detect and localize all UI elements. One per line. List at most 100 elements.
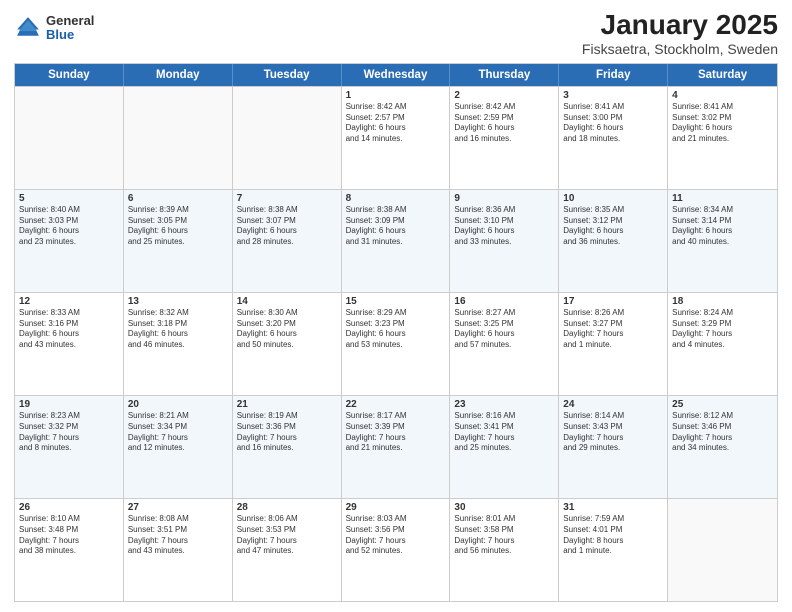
cal-day-23: 23Sunrise: 8:16 AM Sunset: 3:41 PM Dayli…: [450, 396, 559, 498]
day-info: Sunrise: 8:38 AM Sunset: 3:09 PM Dayligh…: [346, 205, 446, 248]
day-info: Sunrise: 8:06 AM Sunset: 3:53 PM Dayligh…: [237, 514, 337, 557]
cal-day-12: 12Sunrise: 8:33 AM Sunset: 3:16 PM Dayli…: [15, 293, 124, 395]
day-number: 24: [563, 399, 663, 410]
day-number: 21: [237, 399, 337, 410]
cal-empty-cell: [668, 499, 777, 601]
day-info: Sunrise: 7:59 AM Sunset: 4:01 PM Dayligh…: [563, 514, 663, 557]
cal-day-9: 9Sunrise: 8:36 AM Sunset: 3:10 PM Daylig…: [450, 190, 559, 292]
cal-day-21: 21Sunrise: 8:19 AM Sunset: 3:36 PM Dayli…: [233, 396, 342, 498]
day-number: 31: [563, 502, 663, 513]
day-info: Sunrise: 8:27 AM Sunset: 3:25 PM Dayligh…: [454, 308, 554, 351]
cal-header-saturday: Saturday: [668, 64, 777, 86]
cal-day-30: 30Sunrise: 8:01 AM Sunset: 3:58 PM Dayli…: [450, 499, 559, 601]
day-info: Sunrise: 8:36 AM Sunset: 3:10 PM Dayligh…: [454, 205, 554, 248]
day-info: Sunrise: 8:41 AM Sunset: 3:02 PM Dayligh…: [672, 102, 773, 145]
cal-week-4: 19Sunrise: 8:23 AM Sunset: 3:32 PM Dayli…: [15, 395, 777, 498]
day-info: Sunrise: 8:35 AM Sunset: 3:12 PM Dayligh…: [563, 205, 663, 248]
day-number: 29: [346, 502, 446, 513]
cal-day-31: 31Sunrise: 7:59 AM Sunset: 4:01 PM Dayli…: [559, 499, 668, 601]
day-number: 6: [128, 193, 228, 204]
cal-day-11: 11Sunrise: 8:34 AM Sunset: 3:14 PM Dayli…: [668, 190, 777, 292]
logo-blue-text: Blue: [46, 28, 94, 42]
day-info: Sunrise: 8:38 AM Sunset: 3:07 PM Dayligh…: [237, 205, 337, 248]
day-number: 19: [19, 399, 119, 410]
cal-day-19: 19Sunrise: 8:23 AM Sunset: 3:32 PM Dayli…: [15, 396, 124, 498]
page: General Blue January 2025 Fisksaetra, St…: [0, 0, 792, 612]
cal-header-wednesday: Wednesday: [342, 64, 451, 86]
cal-week-1: 1Sunrise: 8:42 AM Sunset: 2:57 PM Daylig…: [15, 86, 777, 189]
day-info: Sunrise: 8:30 AM Sunset: 3:20 PM Dayligh…: [237, 308, 337, 351]
cal-day-27: 27Sunrise: 8:08 AM Sunset: 3:51 PM Dayli…: [124, 499, 233, 601]
day-number: 5: [19, 193, 119, 204]
cal-day-20: 20Sunrise: 8:21 AM Sunset: 3:34 PM Dayli…: [124, 396, 233, 498]
day-number: 1: [346, 90, 446, 101]
cal-day-22: 22Sunrise: 8:17 AM Sunset: 3:39 PM Dayli…: [342, 396, 451, 498]
day-number: 2: [454, 90, 554, 101]
cal-day-1: 1Sunrise: 8:42 AM Sunset: 2:57 PM Daylig…: [342, 87, 451, 189]
day-number: 14: [237, 296, 337, 307]
header: General Blue January 2025 Fisksaetra, St…: [14, 10, 778, 57]
day-number: 27: [128, 502, 228, 513]
day-number: 13: [128, 296, 228, 307]
day-info: Sunrise: 8:19 AM Sunset: 3:36 PM Dayligh…: [237, 411, 337, 454]
cal-day-25: 25Sunrise: 8:12 AM Sunset: 3:46 PM Dayli…: [668, 396, 777, 498]
logo: General Blue: [14, 14, 94, 43]
day-info: Sunrise: 8:12 AM Sunset: 3:46 PM Dayligh…: [672, 411, 773, 454]
day-number: 25: [672, 399, 773, 410]
cal-day-7: 7Sunrise: 8:38 AM Sunset: 3:07 PM Daylig…: [233, 190, 342, 292]
cal-day-14: 14Sunrise: 8:30 AM Sunset: 3:20 PM Dayli…: [233, 293, 342, 395]
day-info: Sunrise: 8:14 AM Sunset: 3:43 PM Dayligh…: [563, 411, 663, 454]
day-number: 8: [346, 193, 446, 204]
day-info: Sunrise: 8:32 AM Sunset: 3:18 PM Dayligh…: [128, 308, 228, 351]
day-number: 22: [346, 399, 446, 410]
day-info: Sunrise: 8:41 AM Sunset: 3:00 PM Dayligh…: [563, 102, 663, 145]
day-number: 16: [454, 296, 554, 307]
cal-day-13: 13Sunrise: 8:32 AM Sunset: 3:18 PM Dayli…: [124, 293, 233, 395]
day-info: Sunrise: 8:21 AM Sunset: 3:34 PM Dayligh…: [128, 411, 228, 454]
cal-day-6: 6Sunrise: 8:39 AM Sunset: 3:05 PM Daylig…: [124, 190, 233, 292]
cal-empty-cell: [233, 87, 342, 189]
cal-header-sunday: Sunday: [15, 64, 124, 86]
cal-header-friday: Friday: [559, 64, 668, 86]
day-number: 12: [19, 296, 119, 307]
page-subtitle: Fisksaetra, Stockholm, Sweden: [582, 41, 778, 57]
logo-general-text: General: [46, 14, 94, 28]
cal-day-26: 26Sunrise: 8:10 AM Sunset: 3:48 PM Dayli…: [15, 499, 124, 601]
cal-day-24: 24Sunrise: 8:14 AM Sunset: 3:43 PM Dayli…: [559, 396, 668, 498]
day-info: Sunrise: 8:39 AM Sunset: 3:05 PM Dayligh…: [128, 205, 228, 248]
day-info: Sunrise: 8:10 AM Sunset: 3:48 PM Dayligh…: [19, 514, 119, 557]
day-info: Sunrise: 8:01 AM Sunset: 3:58 PM Dayligh…: [454, 514, 554, 557]
day-number: 20: [128, 399, 228, 410]
cal-day-28: 28Sunrise: 8:06 AM Sunset: 3:53 PM Dayli…: [233, 499, 342, 601]
day-info: Sunrise: 8:42 AM Sunset: 2:59 PM Dayligh…: [454, 102, 554, 145]
day-number: 18: [672, 296, 773, 307]
day-info: Sunrise: 8:08 AM Sunset: 3:51 PM Dayligh…: [128, 514, 228, 557]
day-info: Sunrise: 8:17 AM Sunset: 3:39 PM Dayligh…: [346, 411, 446, 454]
calendar-body: 1Sunrise: 8:42 AM Sunset: 2:57 PM Daylig…: [15, 86, 777, 601]
logo-text: General Blue: [46, 14, 94, 43]
cal-day-2: 2Sunrise: 8:42 AM Sunset: 2:59 PM Daylig…: [450, 87, 559, 189]
page-title: January 2025: [582, 10, 778, 41]
cal-empty-cell: [124, 87, 233, 189]
day-number: 23: [454, 399, 554, 410]
cal-day-5: 5Sunrise: 8:40 AM Sunset: 3:03 PM Daylig…: [15, 190, 124, 292]
day-info: Sunrise: 8:42 AM Sunset: 2:57 PM Dayligh…: [346, 102, 446, 145]
cal-day-29: 29Sunrise: 8:03 AM Sunset: 3:56 PM Dayli…: [342, 499, 451, 601]
day-number: 17: [563, 296, 663, 307]
calendar: SundayMondayTuesdayWednesdayThursdayFrid…: [14, 63, 778, 602]
title-block: January 2025 Fisksaetra, Stockholm, Swed…: [582, 10, 778, 57]
day-number: 11: [672, 193, 773, 204]
day-number: 30: [454, 502, 554, 513]
day-number: 3: [563, 90, 663, 101]
cal-day-18: 18Sunrise: 8:24 AM Sunset: 3:29 PM Dayli…: [668, 293, 777, 395]
cal-day-16: 16Sunrise: 8:27 AM Sunset: 3:25 PM Dayli…: [450, 293, 559, 395]
logo-icon: [14, 14, 42, 42]
cal-header-thursday: Thursday: [450, 64, 559, 86]
calendar-header: SundayMondayTuesdayWednesdayThursdayFrid…: [15, 64, 777, 86]
cal-day-15: 15Sunrise: 8:29 AM Sunset: 3:23 PM Dayli…: [342, 293, 451, 395]
day-info: Sunrise: 8:26 AM Sunset: 3:27 PM Dayligh…: [563, 308, 663, 351]
cal-day-17: 17Sunrise: 8:26 AM Sunset: 3:27 PM Dayli…: [559, 293, 668, 395]
day-info: Sunrise: 8:34 AM Sunset: 3:14 PM Dayligh…: [672, 205, 773, 248]
day-number: 9: [454, 193, 554, 204]
cal-day-4: 4Sunrise: 8:41 AM Sunset: 3:02 PM Daylig…: [668, 87, 777, 189]
